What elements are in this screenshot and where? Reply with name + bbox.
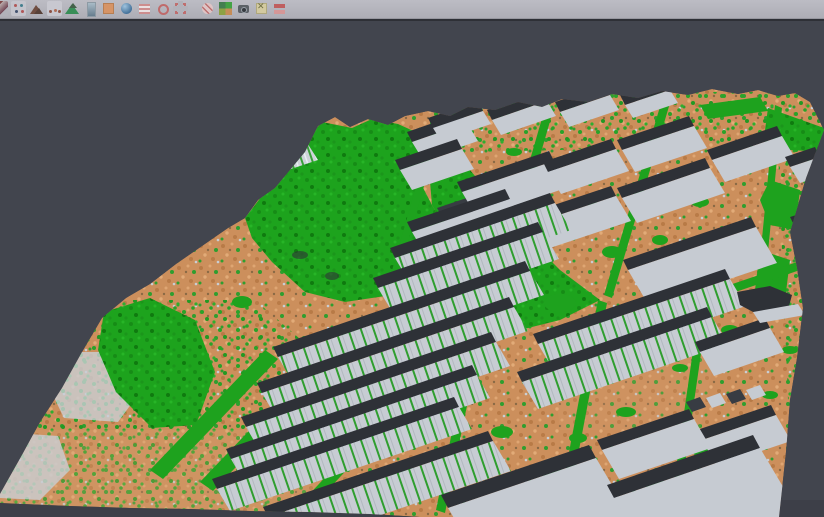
red-bars-icon[interactable]: [272, 1, 287, 16]
classified-pointcloud-view[interactable]: [0, 21, 824, 517]
table-rows-icon[interactable]: [137, 1, 152, 16]
clip-region-icon[interactable]: [254, 1, 269, 16]
tree-clump: [569, 433, 587, 443]
sparse-points-icon[interactable]: [47, 1, 62, 16]
toolbar-separator: [190, 14, 199, 15]
tree-clump: [544, 294, 576, 312]
landcover-map-icon[interactable]: [218, 1, 233, 16]
points-dark-icon[interactable]: [0, 1, 8, 16]
tree-clump: [652, 235, 668, 245]
tree-clump: [602, 246, 622, 258]
toolbar: [0, 0, 824, 19]
target-ring-icon[interactable]: [155, 1, 170, 16]
terrain-green-icon[interactable]: [65, 1, 80, 16]
orange-square-icon[interactable]: [101, 1, 116, 16]
tree-clump: [616, 407, 636, 417]
3d-viewport[interactable]: [0, 21, 824, 517]
tree-clump: [672, 364, 688, 372]
tree-clump: [491, 426, 513, 438]
column-view-icon[interactable]: [83, 1, 98, 16]
extent-frame-icon[interactable]: [173, 1, 188, 16]
tree-clump: [798, 200, 814, 210]
classify-points-icon[interactable]: [11, 1, 26, 16]
hatched-circle-icon[interactable]: [200, 1, 215, 16]
forest-shadow-1: [292, 251, 308, 259]
tree-clump: [506, 148, 522, 156]
terrain-brown-icon[interactable]: [29, 1, 44, 16]
tree-clump: [782, 346, 798, 354]
camera-icon[interactable]: [236, 1, 251, 16]
tree-clump: [232, 296, 252, 308]
application-window: [0, 0, 824, 517]
forest-shadow-2: [325, 272, 339, 280]
building-east-2: [795, 218, 824, 241]
globe-icon[interactable]: [119, 1, 134, 16]
